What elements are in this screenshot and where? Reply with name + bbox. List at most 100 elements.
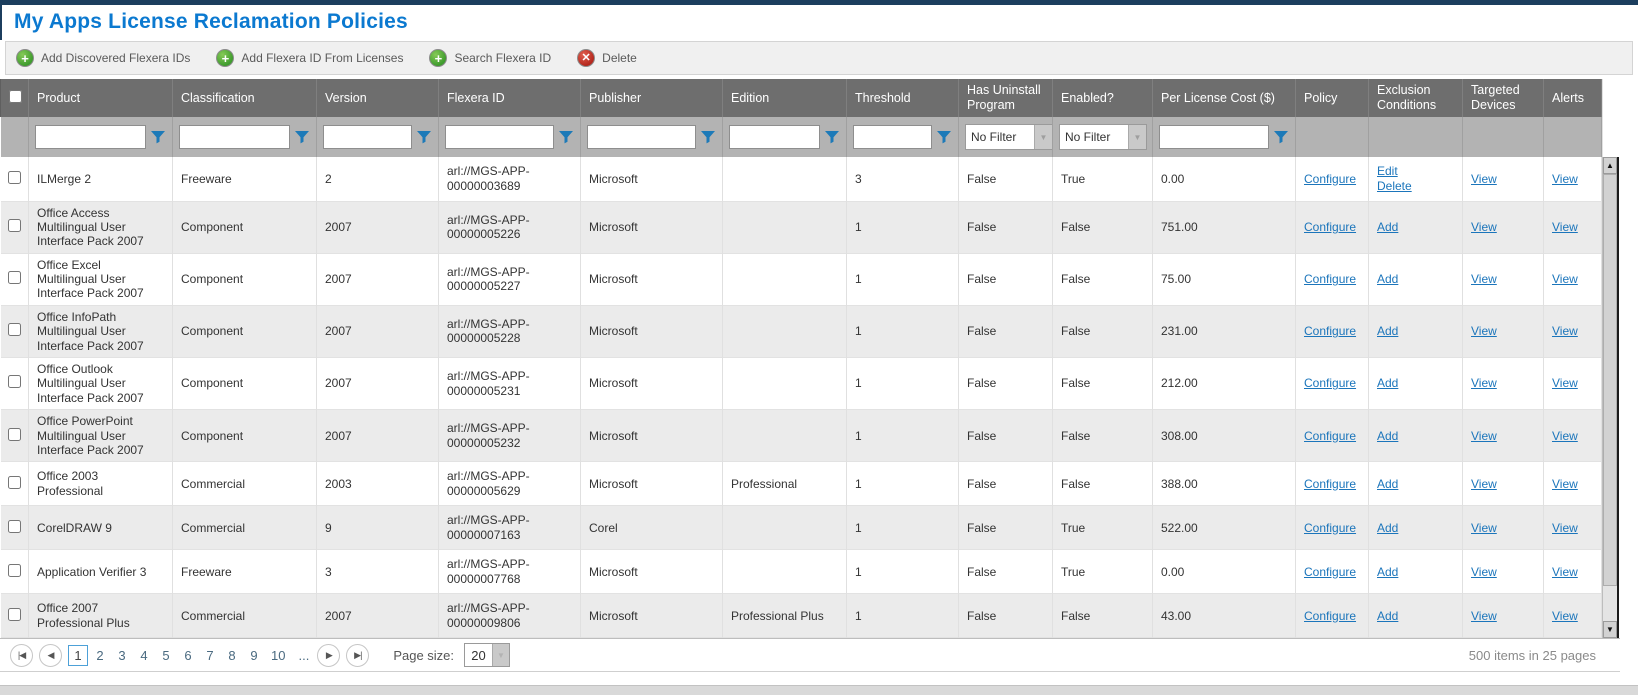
filter-input-product[interactable] <box>35 125 146 149</box>
configure-link[interactable]: Configure <box>1304 521 1356 535</box>
add-link[interactable]: Add <box>1377 609 1454 623</box>
view-targeted-devices-link[interactable]: View <box>1471 324 1497 338</box>
column-header-publisher[interactable]: Publisher <box>581 79 723 117</box>
column-header-exclusion-conditions[interactable]: Exclusion Conditions <box>1369 79 1463 117</box>
add-discovered-flexera-ids-button[interactable]: + Add Discovered Flexera IDs <box>16 49 190 67</box>
page-size-select[interactable]: 20 ▼ <box>464 643 510 667</box>
add-link[interactable]: Add <box>1377 376 1454 390</box>
column-header-per-license-cost[interactable]: Per License Cost ($) <box>1153 79 1296 117</box>
column-header-alerts[interactable]: Alerts <box>1544 79 1602 117</box>
filter-funnel-icon[interactable] <box>700 129 716 145</box>
filter-funnel-icon[interactable] <box>558 129 574 145</box>
page-number[interactable]: 5 <box>156 646 176 665</box>
column-header-threshold[interactable]: Threshold <box>847 79 959 117</box>
vertical-scrollbar[interactable]: ▲ ▼ <box>1602 157 1619 638</box>
page-number[interactable]: 8 <box>222 646 242 665</box>
edit-link[interactable]: Edit <box>1377 164 1454 178</box>
filter-funnel-icon[interactable] <box>150 129 166 145</box>
view-alerts-link[interactable]: View <box>1552 172 1578 186</box>
scrollbar-thumb[interactable] <box>1603 174 1617 586</box>
page-number[interactable]: 2 <box>90 646 110 665</box>
configure-link[interactable]: Configure <box>1304 376 1356 390</box>
add-link[interactable]: Add <box>1377 521 1454 535</box>
column-header-version[interactable]: Version <box>317 79 439 117</box>
add-link[interactable]: Add <box>1377 565 1454 579</box>
view-targeted-devices-link[interactable]: View <box>1471 272 1497 286</box>
column-header-classification[interactable]: Classification <box>173 79 317 117</box>
view-alerts-link[interactable]: View <box>1552 565 1578 579</box>
row-checkbox[interactable] <box>8 219 21 232</box>
view-alerts-link[interactable]: View <box>1552 521 1578 535</box>
filter-input-threshold[interactable] <box>853 125 932 149</box>
column-header-has-uninstall-program[interactable]: Has Uninstall Program <box>959 79 1053 117</box>
view-targeted-devices-link[interactable]: View <box>1471 477 1497 491</box>
scrollbar-down-button[interactable]: ▼ <box>1603 621 1617 638</box>
page-number[interactable]: 7 <box>200 646 220 665</box>
column-header-edition[interactable]: Edition <box>723 79 847 117</box>
configure-link[interactable]: Configure <box>1304 609 1356 623</box>
column-header-targeted-devices[interactable]: Targeted Devices <box>1463 79 1544 117</box>
view-alerts-link[interactable]: View <box>1552 477 1578 491</box>
page-number[interactable]: 9 <box>244 646 264 665</box>
scrollbar-up-button[interactable]: ▲ <box>1603 157 1617 174</box>
configure-link[interactable]: Configure <box>1304 429 1356 443</box>
column-header-flexera-id[interactable]: Flexera ID <box>439 79 581 117</box>
filter-funnel-icon[interactable] <box>294 129 310 145</box>
search-flexera-id-button[interactable]: + Search Flexera ID <box>429 49 551 67</box>
configure-link[interactable]: Configure <box>1304 272 1356 286</box>
configure-link[interactable]: Configure <box>1304 477 1356 491</box>
filter-funnel-icon[interactable] <box>824 129 840 145</box>
view-alerts-link[interactable]: View <box>1552 324 1578 338</box>
configure-link[interactable]: Configure <box>1304 324 1356 338</box>
filter-input-version[interactable] <box>323 125 412 149</box>
filter-funnel-icon[interactable] <box>416 129 432 145</box>
filter-input-publisher[interactable] <box>587 125 696 149</box>
column-header-enabled[interactable]: Enabled? <box>1053 79 1153 117</box>
prev-page-button[interactable]: ◀ <box>39 644 62 667</box>
view-alerts-link[interactable]: View <box>1552 272 1578 286</box>
configure-link[interactable]: Configure <box>1304 565 1356 579</box>
view-targeted-devices-link[interactable]: View <box>1471 429 1497 443</box>
column-header-product[interactable]: Product <box>29 79 173 117</box>
filter-funnel-icon[interactable] <box>1273 129 1289 145</box>
add-link[interactable]: Add <box>1377 477 1454 491</box>
row-checkbox[interactable] <box>8 476 21 489</box>
add-link[interactable]: Add <box>1377 220 1454 234</box>
filter-select-has_uninstall[interactable]: No Filter▼ <box>965 124 1053 150</box>
column-header-policy[interactable]: Policy <box>1296 79 1369 117</box>
first-page-button[interactable]: |◀ <box>10 644 33 667</box>
row-checkbox[interactable] <box>8 520 21 533</box>
add-link[interactable]: Add <box>1377 429 1454 443</box>
configure-link[interactable]: Configure <box>1304 172 1356 186</box>
row-checkbox[interactable] <box>8 271 21 284</box>
view-alerts-link[interactable]: View <box>1552 220 1578 234</box>
last-page-button[interactable]: ▶| <box>346 644 369 667</box>
view-alerts-link[interactable]: View <box>1552 609 1578 623</box>
view-alerts-link[interactable]: View <box>1552 429 1578 443</box>
next-page-button[interactable]: ▶ <box>317 644 340 667</box>
add-link[interactable]: Add <box>1377 272 1454 286</box>
row-checkbox[interactable] <box>8 171 21 184</box>
row-checkbox[interactable] <box>8 375 21 388</box>
select-all-checkbox[interactable] <box>9 90 22 103</box>
page-number[interactable]: 4 <box>134 646 154 665</box>
filter-input-flexera_id[interactable] <box>445 125 554 149</box>
current-page-number[interactable]: 1 <box>68 645 88 666</box>
view-targeted-devices-link[interactable]: View <box>1471 220 1497 234</box>
filter-input-edition[interactable] <box>729 125 820 149</box>
add-link[interactable]: Add <box>1377 324 1454 338</box>
row-checkbox[interactable] <box>8 608 21 621</box>
configure-link[interactable]: Configure <box>1304 220 1356 234</box>
view-targeted-devices-link[interactable]: View <box>1471 521 1497 535</box>
row-checkbox[interactable] <box>8 428 21 441</box>
row-checkbox[interactable] <box>8 564 21 577</box>
view-targeted-devices-link[interactable]: View <box>1471 376 1497 390</box>
filter-input-classification[interactable] <box>179 125 290 149</box>
page-number[interactable]: 10 <box>266 646 290 665</box>
view-targeted-devices-link[interactable]: View <box>1471 172 1497 186</box>
row-checkbox[interactable] <box>8 323 21 336</box>
filter-input-cost[interactable] <box>1159 125 1269 149</box>
page-number[interactable]: 6 <box>178 646 198 665</box>
delete-link[interactable]: Delete <box>1377 179 1454 193</box>
view-targeted-devices-link[interactable]: View <box>1471 565 1497 579</box>
